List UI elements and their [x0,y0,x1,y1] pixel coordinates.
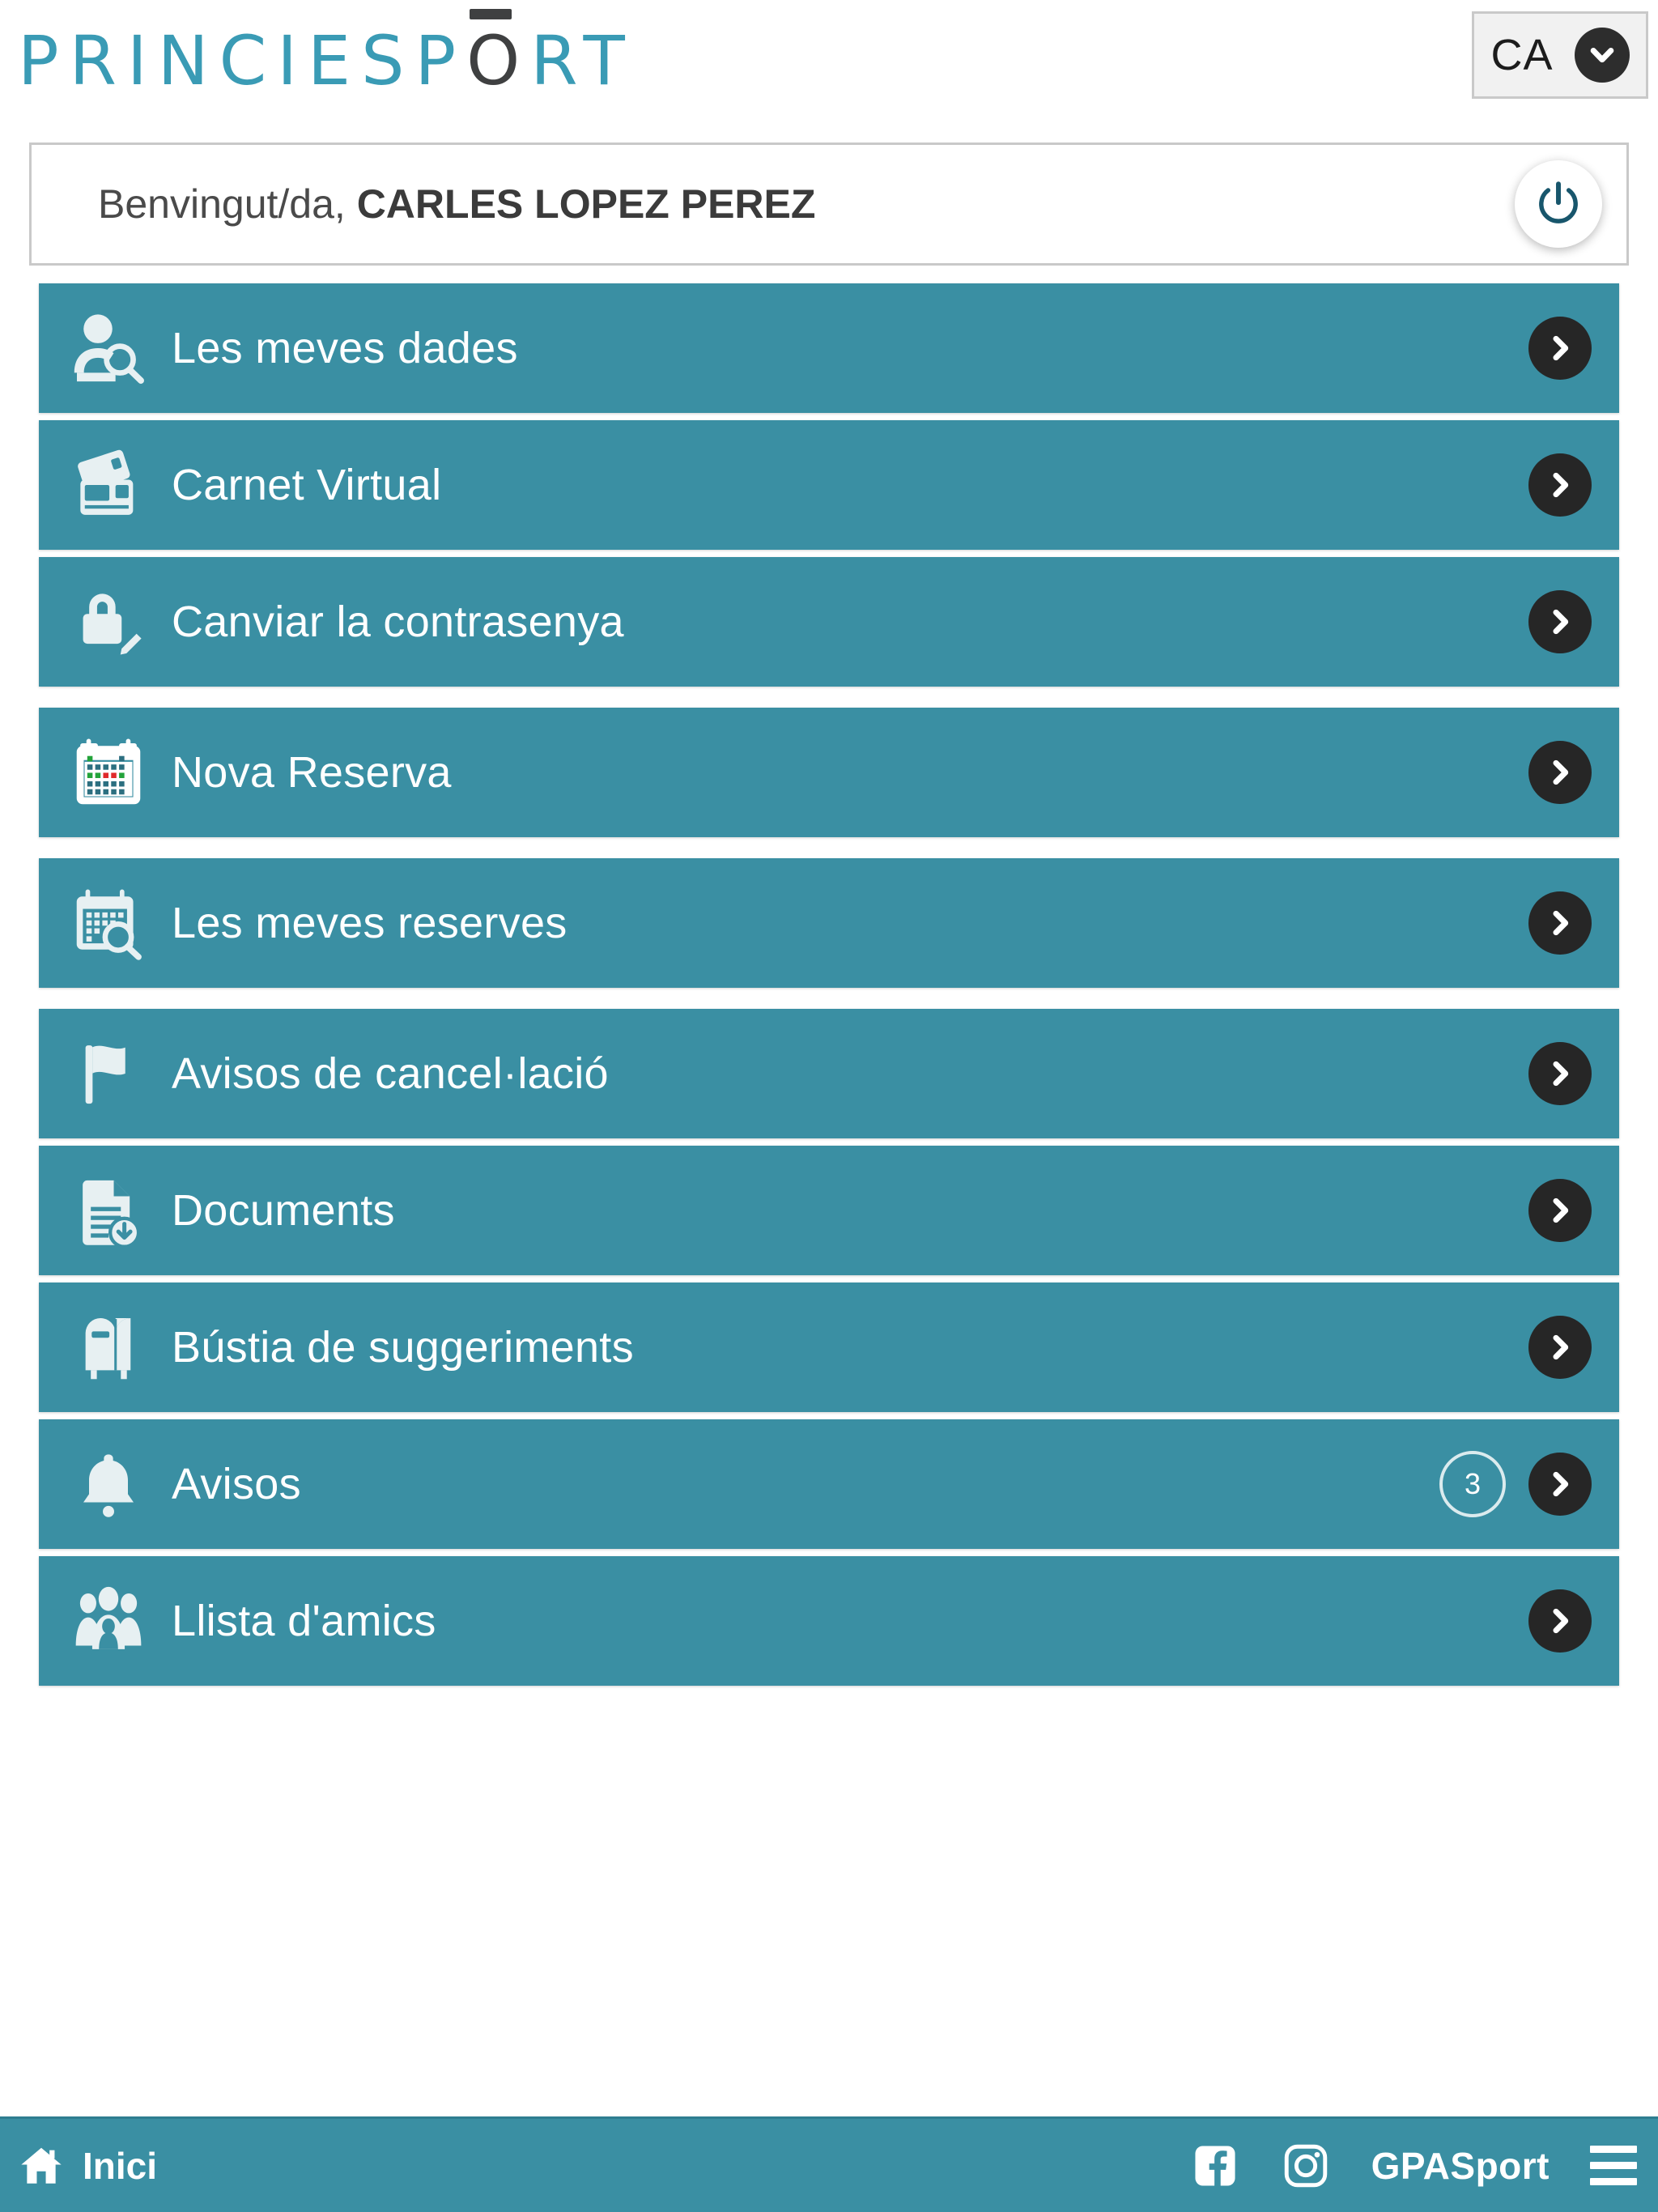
chevron-down-icon[interactable] [1574,28,1630,83]
main-menu: Les meves dades Carnet Virtual Canviar l… [0,283,1658,1686]
chevron-right-icon[interactable] [1528,317,1592,380]
menu-item-label: Avisos de cancel·lació [172,1049,609,1098]
chevron-right-icon[interactable] [1528,891,1592,955]
hamburger-icon[interactable] [1590,2146,1637,2185]
logo-text-o: O [466,21,531,100]
menu-item-les-meves-dades[interactable]: Les meves dades [39,283,1619,413]
menu-item-label: Les meves reserves [172,899,568,947]
chevron-right-icon[interactable] [1528,1042,1592,1105]
logo-o-macron: O [466,9,530,95]
hamburger-bar [1590,2162,1637,2169]
document-download-icon [58,1165,159,1256]
menu-item-label: Canviar la contrasenya [172,598,624,646]
welcome-greeting: Benvingut/da, [98,181,346,227]
menu-group: Les meves reserves [39,858,1619,988]
menu-item-label: Avisos [172,1460,301,1508]
lock-pencil-icon [58,576,159,667]
chevron-right-icon[interactable] [1528,1453,1592,1516]
menu-item-avisos-de-cancellacio[interactable]: Avisos de cancel·lació [39,1009,1619,1138]
app-logo: PRINCIESP O RT [18,9,636,100]
app-root: PRINCIESP O RT CA Benvingut/da, CARLES LOP… [0,0,1658,2212]
menu-group: Les meves dades Carnet Virtual Canviar l… [39,283,1619,687]
id-cards-icon [58,440,159,530]
notification-badge: 3 [1439,1451,1506,1517]
welcome-bar: Benvingut/da, CARLES LOPEZ PEREZ [29,143,1629,266]
chevron-right-icon[interactable] [1528,1589,1592,1653]
menu-item-canviar-la-contrasenya[interactable]: Canviar la contrasenya [39,557,1619,687]
menu-item-llista-damics[interactable]: Llista d'amics [39,1556,1619,1686]
home-icon [18,2142,65,2189]
menu-item-label: Carnet Virtual [172,461,442,509]
logo-text-start: PRINCIESP [18,21,467,100]
flag-icon [58,1028,159,1119]
welcome-user-name: CARLES LOPEZ PEREZ [356,181,816,227]
app-footer: Inici GPASport [0,2116,1658,2212]
menu-item-les-meves-reserves[interactable]: Les meves reserves [39,858,1619,988]
chevron-right-icon[interactable] [1528,453,1592,517]
calendar-search-icon [58,878,159,968]
mailbox-icon [58,1302,159,1393]
logout-button[interactable] [1515,160,1602,248]
menu-item-documents[interactable]: Documents [39,1146,1619,1275]
menu-item-label: Llista d'amics [172,1597,436,1645]
facebook-icon[interactable] [1190,2141,1240,2191]
menu-item-carnet-virtual[interactable]: Carnet Virtual [39,420,1619,550]
instagram-icon[interactable] [1281,2141,1331,2191]
menu-item-label: Les meves dades [172,324,518,372]
hamburger-bar [1590,2146,1637,2153]
menu-item-label: Documents [172,1186,395,1235]
footer-home-button[interactable]: Inici [18,2142,157,2189]
calendar-color-icon [58,727,159,818]
chevron-right-icon[interactable] [1528,741,1592,804]
menu-group: Avisos de cancel·lació Documents Bústia … [39,1009,1619,1686]
menu-item-avisos[interactable]: Avisos 3 [39,1419,1619,1549]
chevron-right-icon[interactable] [1528,1316,1592,1379]
people-group-icon [58,1576,159,1666]
menu-item-label: Nova Reserva [172,748,452,797]
macron-bar [470,9,512,19]
welcome-section: Benvingut/da, CARLES LOPEZ PEREZ [0,143,1658,266]
chevron-right-icon[interactable] [1528,590,1592,653]
user-search-icon [58,303,159,393]
footer-right-group: GPASport [1190,2141,1637,2191]
footer-brand-label: GPASport [1371,2144,1550,2187]
language-code: CA [1490,31,1554,79]
footer-home-label: Inici [83,2144,158,2187]
app-header: PRINCIESP O RT CA [0,0,1658,121]
hamburger-bar [1590,2178,1637,2185]
bell-icon [58,1439,159,1529]
logo-text-end: RT [530,21,636,100]
welcome-text: Benvingut/da, CARLES LOPEZ PEREZ [98,181,815,228]
menu-item-label: Bústia de suggeriments [172,1323,634,1372]
chevron-right-icon[interactable] [1528,1179,1592,1242]
menu-item-bustia-de-suggeriments[interactable]: Bústia de suggeriments [39,1283,1619,1412]
power-icon [1539,181,1578,223]
menu-group: Nova Reserva [39,708,1619,837]
language-selector[interactable]: CA [1472,11,1648,99]
menu-item-nova-reserva[interactable]: Nova Reserva [39,708,1619,837]
